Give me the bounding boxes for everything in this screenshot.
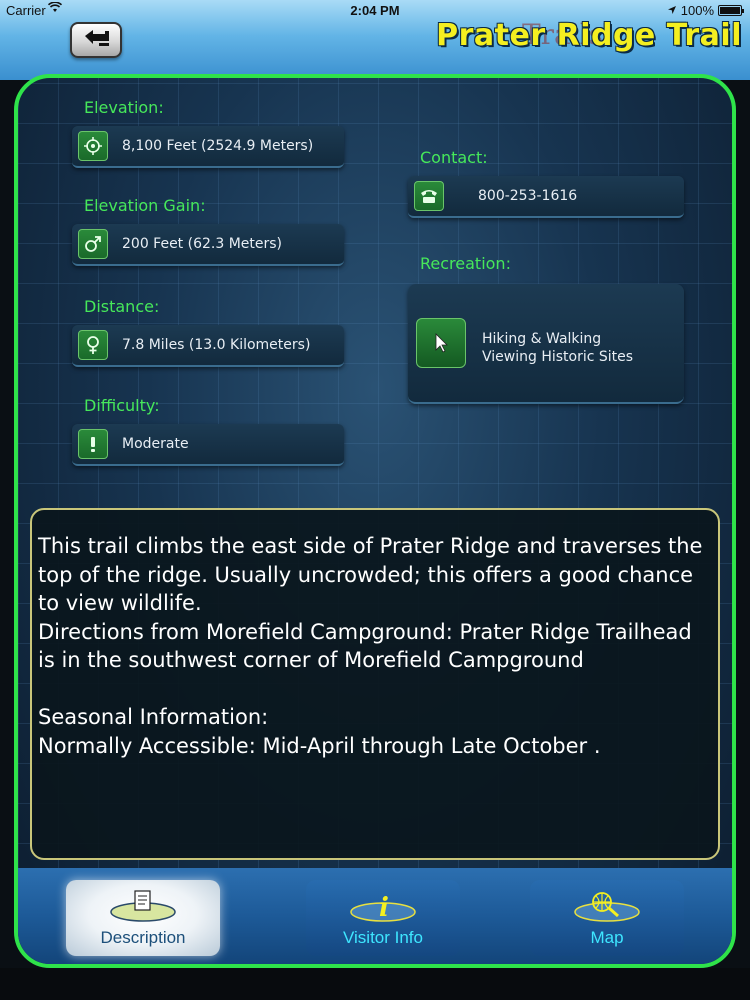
distance-value: 7.8 Miles (13.0 Kilometers) — [122, 337, 311, 353]
back-arrow-icon — [81, 27, 111, 53]
tab-map[interactable]: Map — [530, 880, 684, 956]
elevation-gain-value: 200 Feet (62.3 Meters) — [122, 236, 283, 252]
tab-description[interactable]: Description — [66, 880, 220, 956]
tab-visitor-info-label: Visitor Info — [342, 928, 423, 947]
seasonal-text: Normally Accessible: Mid-April through L… — [38, 733, 601, 758]
recreation-list: Hiking & Walking Viewing Historic Sites — [482, 330, 633, 366]
cursor-arrow-icon — [416, 318, 466, 368]
seasonal-heading: Seasonal Information: — [38, 705, 269, 729]
difficulty-value: Moderate — [122, 436, 189, 452]
globe-magnifier-icon — [572, 888, 642, 926]
description-text: This trail climbs the east side of Prate… — [38, 534, 703, 615]
battery-percent: 100% — [680, 3, 714, 18]
elevation-field: 8,100 Feet (2524.9 Meters) — [72, 126, 344, 168]
elevation-value: 8,100 Feet (2524.9 Meters) — [122, 138, 314, 154]
info-icon: i — [348, 888, 418, 926]
recreation-label: Recreation: — [420, 254, 511, 273]
page-title: Prater Ridge Trail — [436, 18, 742, 53]
contact-value[interactable]: 800-253-1616 — [478, 188, 577, 204]
difficulty-field: Moderate — [72, 424, 344, 466]
tab-map-label: Map — [590, 928, 624, 947]
phone-icon — [414, 181, 444, 211]
recreation-box: Hiking & Walking Viewing Historic Sites — [408, 284, 684, 404]
contact-field[interactable]: 800-253-1616 — [408, 176, 684, 218]
elevation-gain-field: 200 Feet (62.3 Meters) — [72, 224, 344, 266]
elevation-label: Elevation: — [84, 98, 164, 117]
location-arrow-icon — [667, 3, 677, 18]
bottom-strip — [0, 968, 750, 1000]
svg-text:i: i — [379, 893, 389, 922]
recreation-item: Viewing Historic Sites — [482, 349, 634, 365]
exclamation-icon — [78, 429, 108, 459]
tab-visitor-info[interactable]: i Visitor Info — [306, 880, 460, 956]
female-symbol-icon — [78, 330, 108, 360]
contact-label: Contact: — [420, 148, 488, 167]
target-icon — [78, 131, 108, 161]
distance-label: Distance: — [84, 297, 160, 316]
elevation-gain-label: Elevation Gain: — [84, 196, 206, 215]
directions-text: Directions from Morefield Campground: Pr… — [38, 619, 692, 673]
battery-icon — [718, 5, 744, 16]
document-icon — [108, 888, 178, 926]
clock: 2:04 PM — [350, 3, 400, 18]
status-bar: Carrier 2:04 PM 100% — [0, 0, 750, 20]
recreation-item: Hiking & Walking — [482, 331, 602, 347]
tab-description-label: Description — [100, 928, 186, 947]
distance-field: 7.8 Miles (13.0 Kilometers) — [72, 325, 344, 367]
status-right: 100% — [667, 3, 744, 18]
difficulty-label: Difficulty: — [84, 396, 160, 415]
trail-details-panel: Elevation: 8,100 Feet (2524.9 Meters) El… — [14, 74, 736, 968]
tab-bar: Description i Visitor Info Map — [18, 868, 732, 964]
back-button[interactable] — [70, 22, 122, 58]
male-symbol-icon — [78, 229, 108, 259]
description-box: This trail climbs the east side of Prate… — [30, 508, 720, 860]
